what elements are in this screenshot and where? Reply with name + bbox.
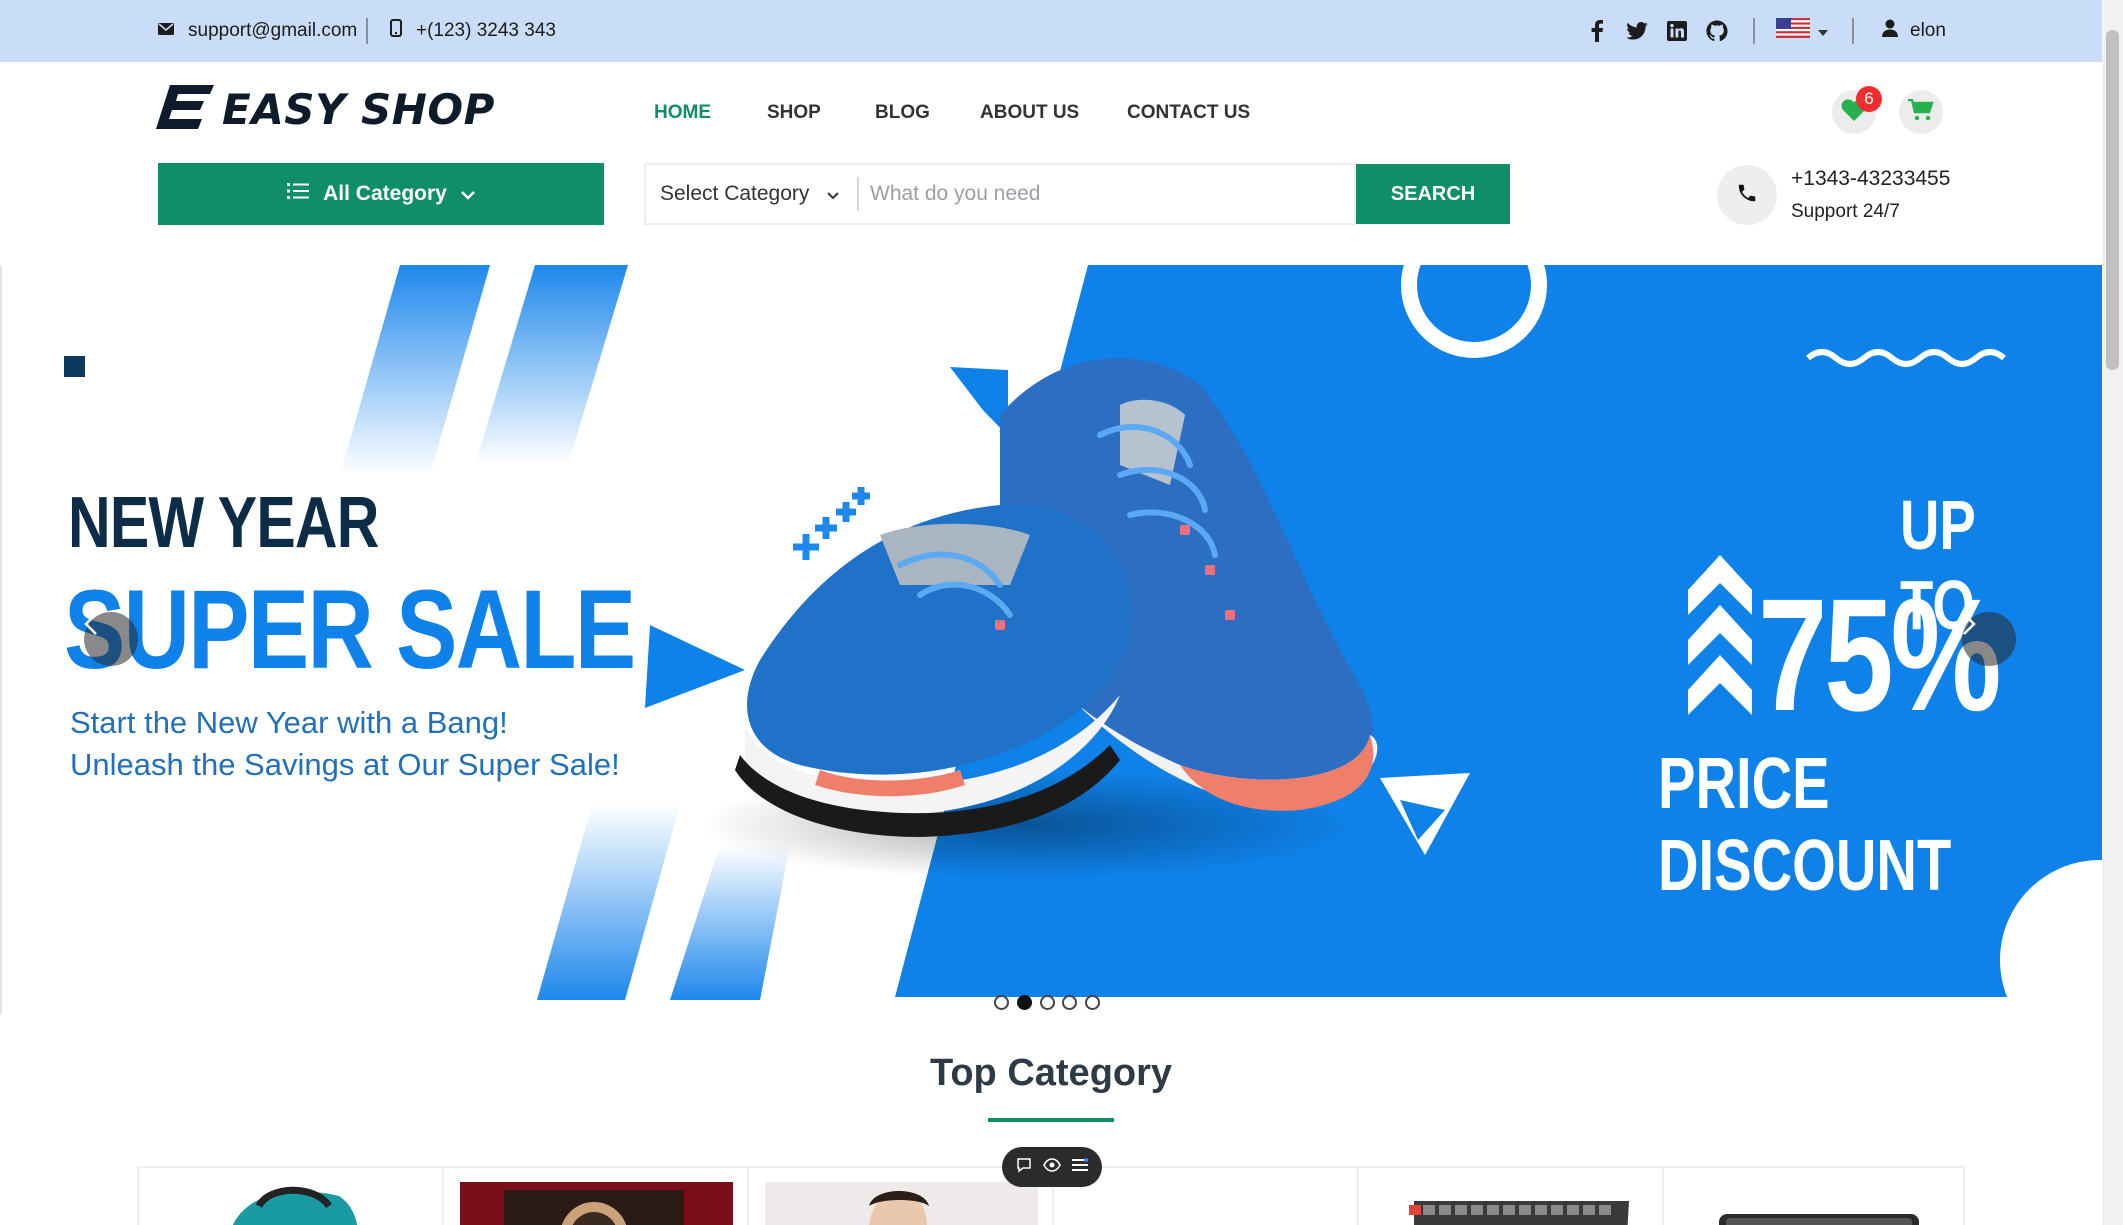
slider-dot[interactable] [994,995,1009,1010]
category-card-bags[interactable] [137,1166,442,1225]
nav-blog[interactable]: BLOG [875,96,930,130]
wishlist-count-badge: 6 [1856,86,1882,112]
slider-dot[interactable] [1040,995,1055,1010]
scrollbar-thumb[interactable] [2106,30,2119,370]
top-bar: support@gmail.com +(123) 3243 343 elon [0,0,2102,62]
support-phone-number[interactable]: +1343-43233455 [1791,167,1950,191]
caret-down-icon [1818,20,1828,42]
banner-subline-2: Unleash the Savings at Our Super Sale! [70,747,620,782]
select-category-dropdown[interactable]: Select Category [660,163,840,225]
chevron-down-icon [827,182,840,206]
slider-dot-active[interactable] [1017,995,1032,1010]
support-phone-badge [1717,165,1777,225]
slider-dot[interactable] [1085,995,1100,1010]
contact-email[interactable]: support@gmail.com [158,0,357,62]
chevron-down-icon [460,182,475,206]
list-icon [287,182,310,206]
chat-icon[interactable] [1016,1157,1032,1178]
all-category-button[interactable]: All Category [158,163,604,225]
banner-price-discount: PRICE DISCOUNT [1658,744,1952,906]
support-label: Support 24/7 [1791,201,1900,222]
nav-home[interactable]: HOME [654,96,711,130]
slider-dot[interactable] [1062,995,1077,1010]
divider [1753,18,1755,44]
eye-icon[interactable] [1043,1157,1061,1177]
cart-icon [1908,98,1934,126]
banner-line-1: NEW YEAR [68,483,379,563]
category-card-electronics[interactable] [1662,1166,1965,1225]
github-icon[interactable] [1704,18,1730,44]
linkedin-icon[interactable] [1664,18,1690,44]
slider-next-button[interactable] [1962,612,2016,666]
user-icon [1882,19,1898,43]
phone-icon [1736,182,1758,209]
banner-percent: 75% [1758,565,2002,744]
title-underline [988,1118,1114,1122]
banner-subline-1: Start the New Year with a Bang! [70,705,508,740]
site-logo[interactable]: EASY SHOP [156,84,495,134]
cart-button[interactable] [1899,90,1943,134]
banner-line-2: SUPER SALE [64,567,636,692]
hero-banner: NEW YEAR SUPER SALE Start the New Year w… [0,265,2102,1015]
logo-mark-icon [156,83,214,136]
us-flag-icon [1776,18,1810,44]
category-card-keyboards[interactable] [1357,1166,1662,1225]
tablet-image [1719,1214,1919,1225]
watch-image [460,1182,733,1225]
divider [1852,18,1854,44]
keyboard-image [1409,1201,1629,1225]
floating-toolbar [1002,1147,1102,1187]
search-input[interactable] [870,170,1340,218]
facebook-icon[interactable] [1584,18,1610,44]
menu-icon[interactable] [1072,1157,1089,1177]
logo-text: EASY SHOP [222,84,495,134]
backpack-image [233,1186,358,1225]
nav-about-us[interactable]: ABOUT US [980,96,1079,130]
search-button[interactable]: SEARCH [1356,164,1510,224]
nav-shop[interactable]: SHOP [767,96,821,130]
mobile-icon [390,19,402,43]
nav-contact-us[interactable]: CONTACT US [1127,96,1250,130]
language-selector[interactable] [1776,0,1828,62]
section-title: Top Category [929,1052,1173,1094]
user-account[interactable]: elon [1882,0,1946,62]
twitter-icon[interactable] [1624,18,1650,44]
contact-phone[interactable]: +(123) 3243 343 [390,0,556,62]
divider [857,177,859,211]
divider [366,18,368,44]
category-card-watches[interactable] [442,1166,747,1225]
mail-icon [158,20,174,42]
slider-prev-button[interactable] [84,612,138,666]
